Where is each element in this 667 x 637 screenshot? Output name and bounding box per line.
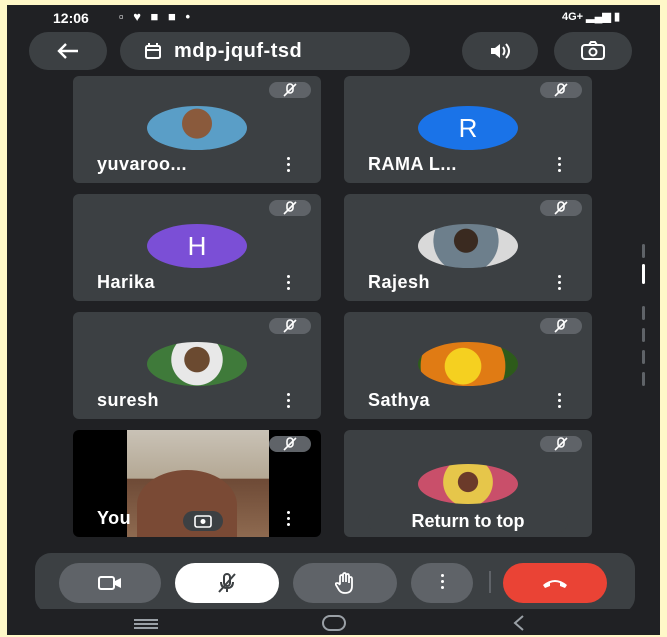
more-options-icon[interactable] [556,157,562,175]
signal-icon: ▂▄▆ [586,11,614,23]
meeting-info-button[interactable]: mdp-jquf-tsd [120,32,410,70]
control-divider [489,571,491,593]
effects-icon [194,515,212,528]
participant-tile[interactable]: yuvaroo... [73,76,321,183]
calendar-icon [145,43,161,59]
notification-icons: ▫ ♥ ■ ■ • [119,9,194,24]
participant-tile[interactable]: Sathya [344,312,592,419]
participant-tile[interactable]: H Harika [73,194,321,301]
hang-up-icon [543,580,567,588]
participant-avatar-photo [147,106,247,150]
participant-name: You [97,508,132,528]
more-options-icon[interactable] [556,393,562,411]
status-time: 12:06 [53,10,89,26]
participant-name: suresh [97,390,160,410]
scroll-indicator-segment [642,328,645,342]
muted-indicator [540,436,582,452]
participant-avatar-photo [418,224,518,268]
video-camera-icon [98,576,121,590]
scroll-indicator-segment [642,306,645,320]
participant-name: Harika [97,272,156,292]
status-bar: 12:06 ▫ ♥ ■ ■ • 4G+ ▂▄▆ ▮ [7,5,660,31]
more-options-icon[interactable] [285,275,291,293]
participant-avatar-photo [147,342,247,386]
hand-icon [335,572,353,594]
more-options-icon[interactable] [556,275,562,293]
more-options-icon[interactable] [285,393,291,411]
battery-icon: ▮ [613,11,620,23]
muted-indicator [269,436,311,452]
participant-avatar-letter: R [418,106,518,150]
back-nav-icon[interactable] [511,614,527,632]
more-options-button[interactable] [411,563,473,603]
network-type: 4G+ [561,11,584,23]
more-options-icon[interactable] [285,157,291,175]
switch-camera-button[interactable] [554,32,632,70]
participant-avatar-letter: H [147,224,247,268]
scroll-indicator-segment [642,244,645,258]
meeting-code: mdp-jquf-tsd [174,39,303,62]
speaker-icon [491,43,510,59]
scroll-indicator-active[interactable] [642,264,645,284]
mic-off-icon [283,83,297,97]
participant-name: Rajesh [368,272,431,292]
scroll-indicator-segment [642,350,645,364]
muted-indicator [540,318,582,334]
participant-tile[interactable]: suresh [73,312,321,419]
mic-off-icon [554,319,568,333]
microphone-toggle-button[interactable] [175,563,279,603]
home-icon[interactable] [321,614,347,632]
raise-hand-button[interactable] [293,563,397,603]
self-view-tile[interactable]: You [73,430,321,537]
mic-off-icon [218,573,236,593]
participant-tile[interactable]: Rajesh [344,194,592,301]
muted-indicator [269,200,311,216]
muted-indicator [269,318,311,334]
mic-off-icon [554,83,568,97]
muted-indicator [540,82,582,98]
audio-output-button[interactable] [462,32,538,70]
back-arrow-icon [57,43,78,59]
mic-off-icon [554,437,568,451]
camera-toggle-button[interactable] [59,563,161,603]
more-options-icon[interactable] [285,511,291,529]
camera-effects-button[interactable] [183,511,223,531]
end-call-button[interactable] [503,563,607,603]
return-to-top-button[interactable]: Return to top [368,509,568,533]
participant-name: yuvaroo... [97,154,188,174]
participant-avatar-photo [418,342,518,386]
more-vertical-icon [439,574,445,592]
scroll-indicator-segment [642,372,645,386]
participant-avatar-photo [418,464,518,504]
mic-off-icon [283,319,297,333]
participant-tile[interactable]: R RAMA L... [344,76,592,183]
recent-apps-icon[interactable] [132,618,160,630]
network-status: 4G+ ▂▄▆ ▮ [562,10,620,23]
participant-name: Sathya [368,390,431,410]
mic-off-icon [554,201,568,215]
muted-indicator [540,200,582,216]
flip-camera-icon [581,41,605,60]
back-button[interactable] [29,32,107,70]
mic-off-icon [283,437,297,451]
mic-off-icon [283,201,297,215]
muted-indicator [269,82,311,98]
participant-name: RAMA L... [368,154,457,174]
meet-screen: 12:06 ▫ ♥ ■ ■ • 4G+ ▂▄▆ ▮ mdp-jquf-tsd y… [7,5,660,635]
system-navigation-bar [7,609,660,635]
participant-tile[interactable]: Return to top [344,430,592,537]
